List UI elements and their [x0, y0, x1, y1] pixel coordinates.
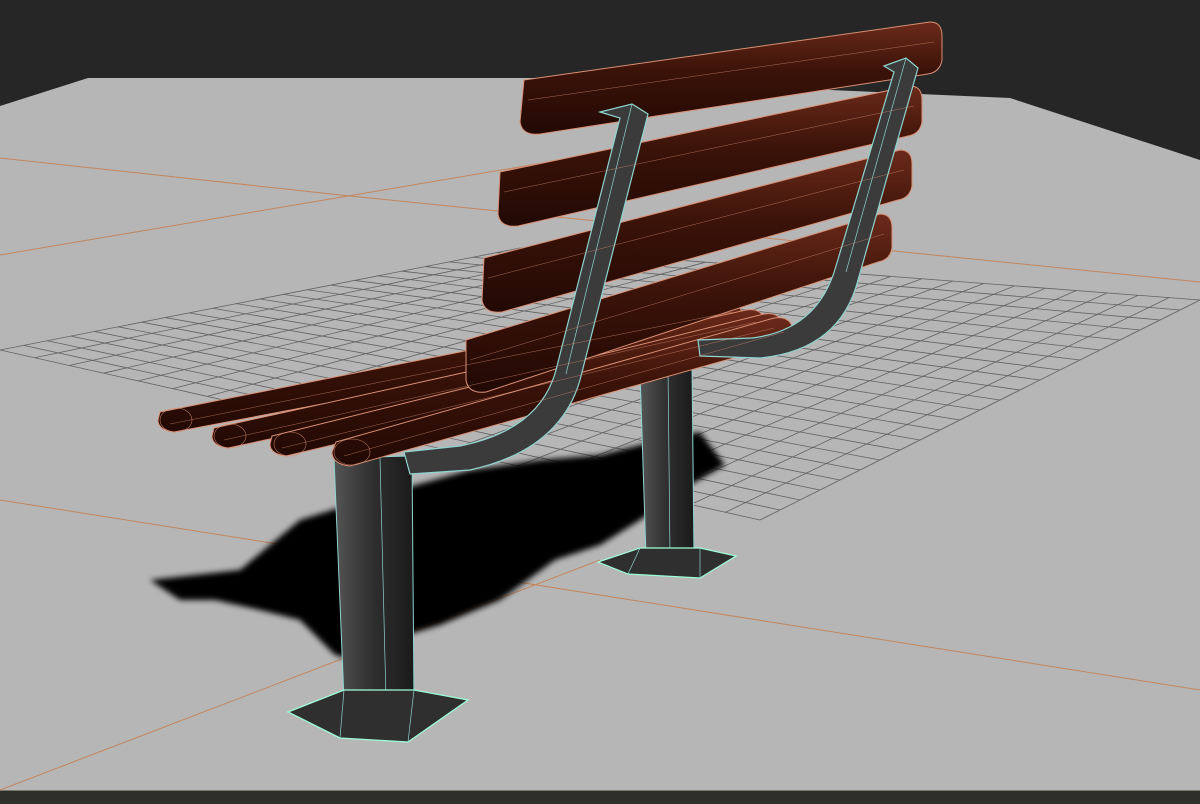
3d-viewport[interactable]: [0, 0, 1200, 804]
viewport-bottom-bar: [0, 790, 1200, 804]
